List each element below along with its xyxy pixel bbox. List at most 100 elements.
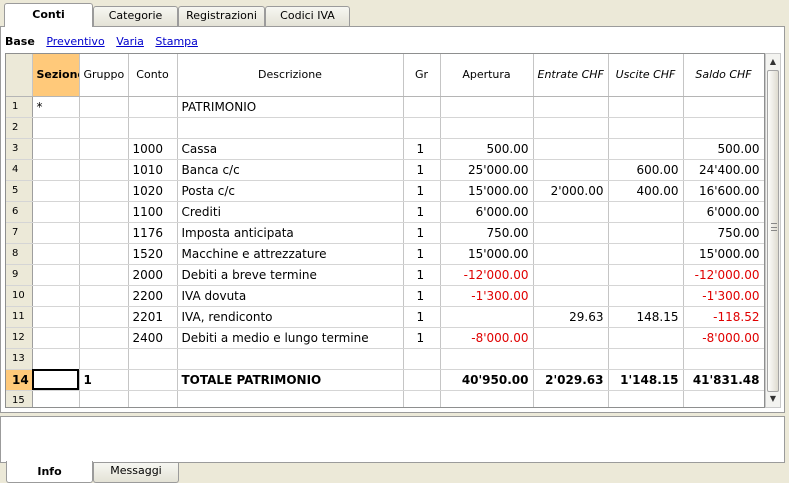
- cell-gruppo[interactable]: [79, 180, 129, 202]
- cell-gruppo[interactable]: [79, 348, 129, 370]
- row-number[interactable]: 12: [6, 327, 33, 349]
- cell-gr[interactable]: 1: [403, 201, 441, 223]
- cell-gruppo[interactable]: [79, 243, 129, 265]
- cell-uscite[interactable]: [608, 390, 684, 407]
- col-header-gruppo[interactable]: Gruppo: [79, 54, 129, 97]
- cell-gruppo[interactable]: [79, 285, 129, 307]
- table-row[interactable]: 14 1 TOTALE PATRIMONIO 40'950.00 2'029.63 1'1…: [6, 369, 764, 391]
- cell-uscite[interactable]: [608, 348, 684, 370]
- cell-entrate[interactable]: [533, 285, 609, 307]
- cell-entrate[interactable]: [533, 243, 609, 265]
- cell-sezione[interactable]: [32, 159, 80, 181]
- cell-saldo[interactable]: 15'000.00: [683, 243, 764, 265]
- cell-entrate[interactable]: [533, 327, 609, 349]
- row-number[interactable]: 4: [6, 159, 33, 181]
- table-row[interactable]: 3 1000 Cassa 1 500.00 500.00: [6, 138, 764, 160]
- cell-entrate[interactable]: [533, 390, 609, 407]
- cell-gruppo[interactable]: [79, 306, 129, 328]
- cell-gr[interactable]: [403, 96, 441, 118]
- table-row[interactable]: 2: [6, 117, 764, 139]
- tab-registrazioni[interactable]: Registrazioni: [178, 6, 265, 26]
- row-number[interactable]: 3: [6, 138, 33, 160]
- cell-descrizione[interactable]: TOTALE PATRIMONIO: [177, 369, 404, 391]
- row-number[interactable]: 8: [6, 243, 33, 265]
- cell-sezione[interactable]: [32, 390, 80, 407]
- cell-conto[interactable]: 1000: [128, 138, 178, 160]
- cell-conto[interactable]: 2000: [128, 264, 178, 286]
- cell-apertura[interactable]: 40'950.00: [440, 369, 534, 391]
- cell-uscite[interactable]: [608, 138, 684, 160]
- cell-uscite[interactable]: [608, 327, 684, 349]
- cell-gr[interactable]: [403, 390, 441, 407]
- cell-conto[interactable]: 1010: [128, 159, 178, 181]
- cell-apertura[interactable]: [440, 117, 534, 139]
- col-header-sezione[interactable]: Sezione: [32, 54, 80, 97]
- cell-uscite[interactable]: [608, 96, 684, 118]
- cell-conto[interactable]: 2201: [128, 306, 178, 328]
- row-number[interactable]: 9: [6, 264, 33, 286]
- cell-gr[interactable]: 1: [403, 327, 441, 349]
- cell-descrizione[interactable]: Banca c/c: [177, 159, 404, 181]
- cell-uscite[interactable]: [608, 222, 684, 244]
- col-header-descrizione[interactable]: Descrizione: [177, 54, 404, 97]
- cell-gr[interactable]: 1: [403, 159, 441, 181]
- cell-descrizione[interactable]: Cassa: [177, 138, 404, 160]
- cell-gr[interactable]: 1: [403, 180, 441, 202]
- cell-descrizione[interactable]: Posta c/c: [177, 180, 404, 202]
- view-base[interactable]: Base: [5, 35, 35, 48]
- cell-gr[interactable]: 1: [403, 138, 441, 160]
- cell-gruppo[interactable]: 1: [79, 369, 129, 391]
- cell-conto[interactable]: [128, 369, 178, 391]
- cell-gr[interactable]: 1: [403, 222, 441, 244]
- cell-saldo[interactable]: -1'300.00: [683, 285, 764, 307]
- cell-descrizione[interactable]: [177, 348, 404, 370]
- cell-sezione[interactable]: [32, 348, 80, 370]
- view-varia[interactable]: Varia: [116, 35, 144, 48]
- cell-apertura[interactable]: -12'000.00: [440, 264, 534, 286]
- table-row[interactable]: 6 1100 Crediti 1 6'000.00 6'000.00: [6, 201, 764, 223]
- cell-gruppo[interactable]: [79, 138, 129, 160]
- cell-gr[interactable]: [403, 348, 441, 370]
- cell-entrate[interactable]: [533, 159, 609, 181]
- cell-gruppo[interactable]: [79, 264, 129, 286]
- cell-conto[interactable]: 1520: [128, 243, 178, 265]
- row-number[interactable]: 15: [6, 390, 33, 407]
- row-number[interactable]: 2: [6, 117, 33, 139]
- cell-sezione[interactable]: [32, 180, 80, 202]
- cell-apertura[interactable]: 15'000.00: [440, 243, 534, 265]
- cell-conto[interactable]: 1100: [128, 201, 178, 223]
- cell-gruppo[interactable]: [79, 390, 129, 407]
- cell-sezione[interactable]: [32, 138, 80, 160]
- cell-saldo[interactable]: 500.00: [683, 138, 764, 160]
- cell-conto[interactable]: [128, 96, 178, 118]
- cell-apertura[interactable]: 25'000.00: [440, 159, 534, 181]
- cell-entrate[interactable]: [533, 264, 609, 286]
- cell-sezione[interactable]: [32, 306, 80, 328]
- row-number[interactable]: 6: [6, 201, 33, 223]
- cell-saldo[interactable]: [683, 390, 764, 407]
- cell-sezione[interactable]: [32, 369, 80, 391]
- cell-apertura[interactable]: 6'000.00: [440, 201, 534, 223]
- cell-uscite[interactable]: [608, 117, 684, 139]
- table-row[interactable]: 11 2201 IVA, rendiconto 1 29.63 148.15 -118.52: [6, 306, 764, 328]
- table-row[interactable]: 13: [6, 348, 764, 370]
- cell-apertura[interactable]: [440, 306, 534, 328]
- col-header-uscite[interactable]: Uscite CHF: [608, 54, 684, 97]
- view-stampa[interactable]: Stampa: [155, 35, 197, 48]
- cell-uscite[interactable]: 600.00: [608, 159, 684, 181]
- cell-descrizione[interactable]: IVA dovuta: [177, 285, 404, 307]
- cell-uscite[interactable]: 148.15: [608, 306, 684, 328]
- cell-saldo[interactable]: -118.52: [683, 306, 764, 328]
- cell-uscite[interactable]: 400.00: [608, 180, 684, 202]
- cell-uscite[interactable]: [608, 243, 684, 265]
- row-number[interactable]: 5: [6, 180, 33, 202]
- cell-saldo[interactable]: 6'000.00: [683, 201, 764, 223]
- cell-entrate[interactable]: [533, 117, 609, 139]
- tab-messaggi[interactable]: Messaggi: [93, 463, 179, 483]
- table-row[interactable]: 15: [6, 390, 764, 407]
- tab-info[interactable]: Info: [6, 461, 93, 483]
- cell-gruppo[interactable]: [79, 327, 129, 349]
- cell-entrate[interactable]: 2'000.00: [533, 180, 609, 202]
- cell-descrizione[interactable]: IVA, rendiconto: [177, 306, 404, 328]
- cell-descrizione[interactable]: [177, 390, 404, 407]
